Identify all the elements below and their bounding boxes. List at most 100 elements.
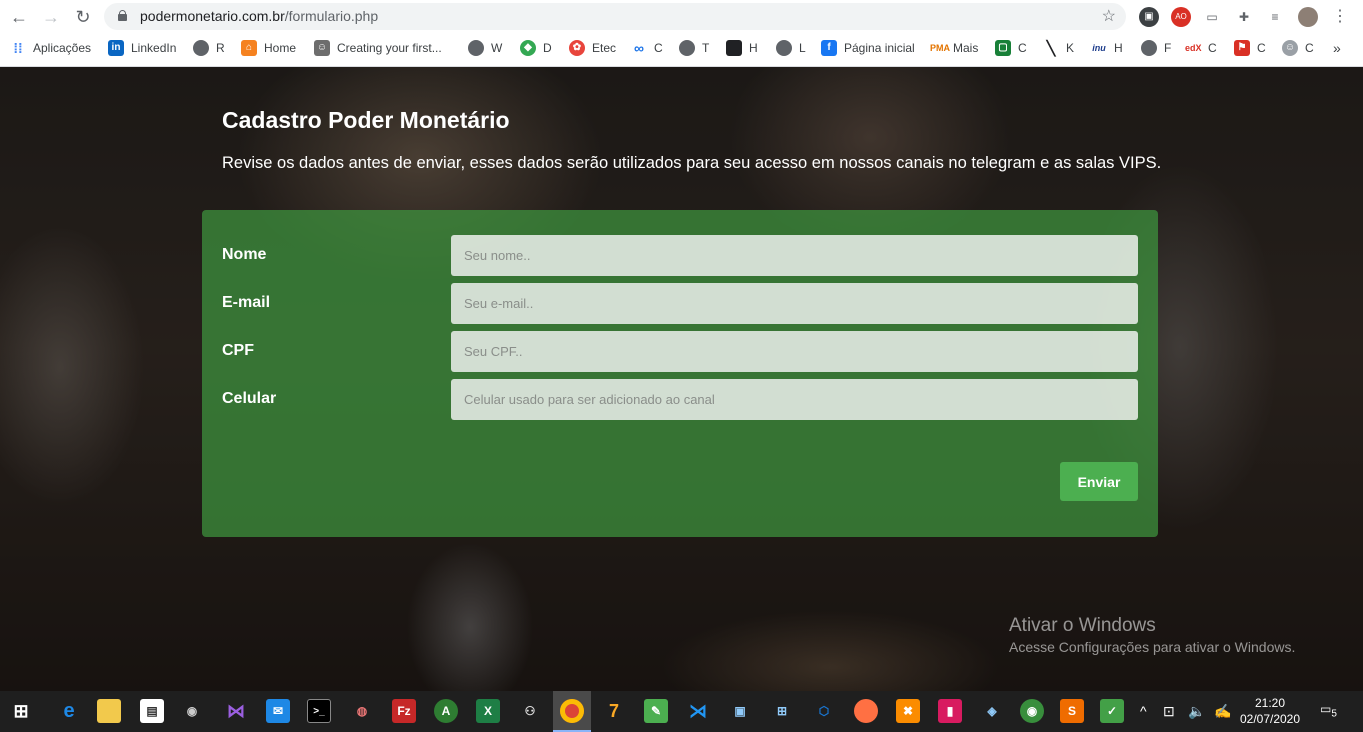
- edge-icon[interactable]: e: [57, 699, 81, 723]
- bookmark-creating[interactable]: ☺ Creating your first...: [314, 38, 442, 58]
- bookmark-l[interactable]: L: [776, 38, 806, 58]
- excel-icon[interactable]: X: [476, 699, 500, 723]
- watermark-subtitle: Acesse Configurações para ativar o Windo…: [1009, 639, 1296, 655]
- sublime-icon[interactable]: S: [1060, 699, 1084, 723]
- celular-input[interactable]: [451, 379, 1138, 420]
- bookmark-label: T: [702, 41, 710, 55]
- globe-icon: [776, 40, 792, 56]
- bookmark-h1[interactable]: H: [726, 38, 758, 58]
- eye-monitor-icon[interactable]: ◉: [1020, 699, 1044, 723]
- chrome-icon[interactable]: [560, 699, 584, 723]
- bookmark-label: C: [1208, 41, 1217, 55]
- android-studio-icon[interactable]: A: [434, 699, 458, 723]
- menu-kebab-icon[interactable]: ⋮: [1330, 7, 1350, 27]
- bookmark-label: R: [216, 41, 225, 55]
- bookmark-linkedin[interactable]: in LinkedIn: [108, 38, 176, 58]
- tray-expand-icon[interactable]: ^: [1140, 691, 1147, 732]
- network-icon[interactable]: ⊡: [1163, 691, 1175, 732]
- back-arrow-icon[interactable]: ←: [7, 5, 31, 29]
- paint-icon[interactable]: ◍: [350, 699, 374, 723]
- pen-icon[interactable]: ✍: [1214, 691, 1231, 732]
- terminal-icon[interactable]: >_: [307, 699, 331, 723]
- xampp-icon[interactable]: ✖: [896, 699, 920, 723]
- flag-icon: ⚑: [1234, 40, 1250, 56]
- bookmark-r[interactable]: R: [193, 38, 225, 58]
- firefox-icon[interactable]: [854, 699, 878, 723]
- bookmark-c1[interactable]: ∞ C: [631, 38, 663, 58]
- bookmark-c2[interactable]: ▢ C: [995, 38, 1027, 58]
- bookmark-label: Creating your first...: [337, 41, 442, 55]
- nome-input[interactable]: [451, 235, 1138, 276]
- email-input[interactable]: [451, 283, 1138, 324]
- bookmark-t[interactable]: T: [679, 38, 709, 58]
- lock-icon: [118, 10, 127, 21]
- vscode-icon[interactable]: ⋊: [686, 699, 710, 723]
- notepad-icon[interactable]: ✓: [1100, 699, 1124, 723]
- bookmark-apps[interactable]: ⁞⁞ Aplicações: [10, 38, 91, 58]
- url-domain: podermonetario.com.br: [140, 8, 285, 24]
- reload-icon[interactable]: ↻: [71, 5, 95, 29]
- enviar-button[interactable]: Enviar: [1060, 462, 1138, 501]
- celular-label: Celular: [222, 390, 277, 407]
- bookmark-h2[interactable]: inu H: [1091, 38, 1122, 58]
- cpf-label: CPF: [222, 342, 254, 359]
- file-explorer-icon[interactable]: [97, 699, 121, 723]
- bookmark-label: K: [1066, 41, 1075, 55]
- facebook-icon: f: [821, 40, 837, 56]
- linkedin-icon: in: [108, 40, 124, 56]
- clock-time: 21:20: [1254, 696, 1286, 710]
- visual-studio-icon[interactable]: ⋈: [224, 699, 248, 723]
- face-icon: ☺: [1282, 40, 1298, 56]
- filezilla-icon[interactable]: Fz: [392, 699, 416, 723]
- app-eye-icon[interactable]: ◉: [180, 699, 204, 723]
- watermark-title: Ativar o Windows: [1009, 615, 1156, 636]
- virtualbox-icon[interactable]: ⬡: [812, 699, 836, 723]
- apps-grid-icon: ⁞⁞: [13, 40, 23, 56]
- url-path: /formulario.php: [284, 8, 379, 24]
- network-app-icon[interactable]: ⚇: [518, 699, 542, 723]
- bookmark-etec[interactable]: ✿ Etec: [569, 38, 616, 58]
- address-bar[interactable]: podermonetario.com.br/formulario.php ☆: [104, 3, 1126, 30]
- bookmark-d[interactable]: ◆ D: [520, 38, 552, 58]
- robot-icon: ☺: [314, 40, 330, 56]
- bookmark-edx[interactable]: edX C: [1185, 38, 1217, 58]
- sticky-app-icon[interactable]: ✎: [644, 699, 668, 723]
- network-manager-icon[interactable]: ⊞: [770, 699, 794, 723]
- bookmark-label: LinkedIn: [131, 41, 177, 55]
- screen-record-icon[interactable]: ▣: [1139, 7, 1159, 27]
- bookmark-k[interactable]: ╲ K: [1043, 38, 1074, 58]
- adblock-icon[interactable]: AO: [1171, 7, 1191, 27]
- bookmark-mais[interactable]: PMA Mais: [930, 38, 978, 58]
- bookmarks-bar: ⁞⁞ Aplicações in LinkedIn R ⌂ Home ☺ Creatin…: [0, 36, 1363, 60]
- store-icon[interactable]: ▤: [140, 699, 164, 723]
- cast-icon[interactable]: ▭: [1202, 7, 1222, 27]
- profile-avatar[interactable]: [1298, 7, 1318, 27]
- bookmark-f[interactable]: F: [1141, 38, 1171, 58]
- frame-icon: ▢: [995, 40, 1011, 56]
- gitkraken-icon[interactable]: ▮: [938, 699, 962, 723]
- system-clock[interactable]: 21:20 02/07/2020: [1238, 695, 1302, 727]
- bookmark-c3[interactable]: ⚑ C: [1234, 38, 1266, 58]
- forward-arrow-icon[interactable]: →: [39, 5, 63, 29]
- clock-date: 02/07/2020: [1239, 712, 1301, 726]
- media-queue-icon[interactable]: ≡: [1265, 7, 1285, 27]
- bookmark-star-icon[interactable]: ☆: [1102, 6, 1116, 26]
- bookmark-pagina-inicial[interactable]: f Página inicial: [821, 38, 915, 58]
- edx-icon: edX: [1185, 43, 1202, 53]
- bookmarks-overflow-icon[interactable]: »: [1333, 38, 1341, 58]
- bookmark-label: W: [491, 41, 503, 55]
- bookmark-home[interactable]: ⌂ Home: [241, 38, 296, 58]
- bookmark-w[interactable]: W: [468, 38, 502, 58]
- volume-icon[interactable]: 🔈: [1188, 691, 1205, 732]
- remote-desktop-icon[interactable]: ▣: [728, 699, 752, 723]
- extensions-puzzle-icon[interactable]: ✚: [1234, 7, 1254, 27]
- mail-icon[interactable]: ✉: [266, 699, 290, 723]
- cube-app-icon[interactable]: ◈: [980, 699, 1004, 723]
- cpf-input[interactable]: [451, 331, 1138, 372]
- bookmark-c4[interactable]: ☺ C: [1282, 38, 1314, 58]
- notification-center-icon[interactable]: ▭5: [1320, 702, 1342, 722]
- bookmark-label: D: [543, 41, 552, 55]
- windows-start-icon[interactable]: ⊞: [9, 699, 33, 723]
- 7zip-icon[interactable]: 7: [602, 699, 626, 723]
- form-row-nome: Nome: [202, 235, 1158, 276]
